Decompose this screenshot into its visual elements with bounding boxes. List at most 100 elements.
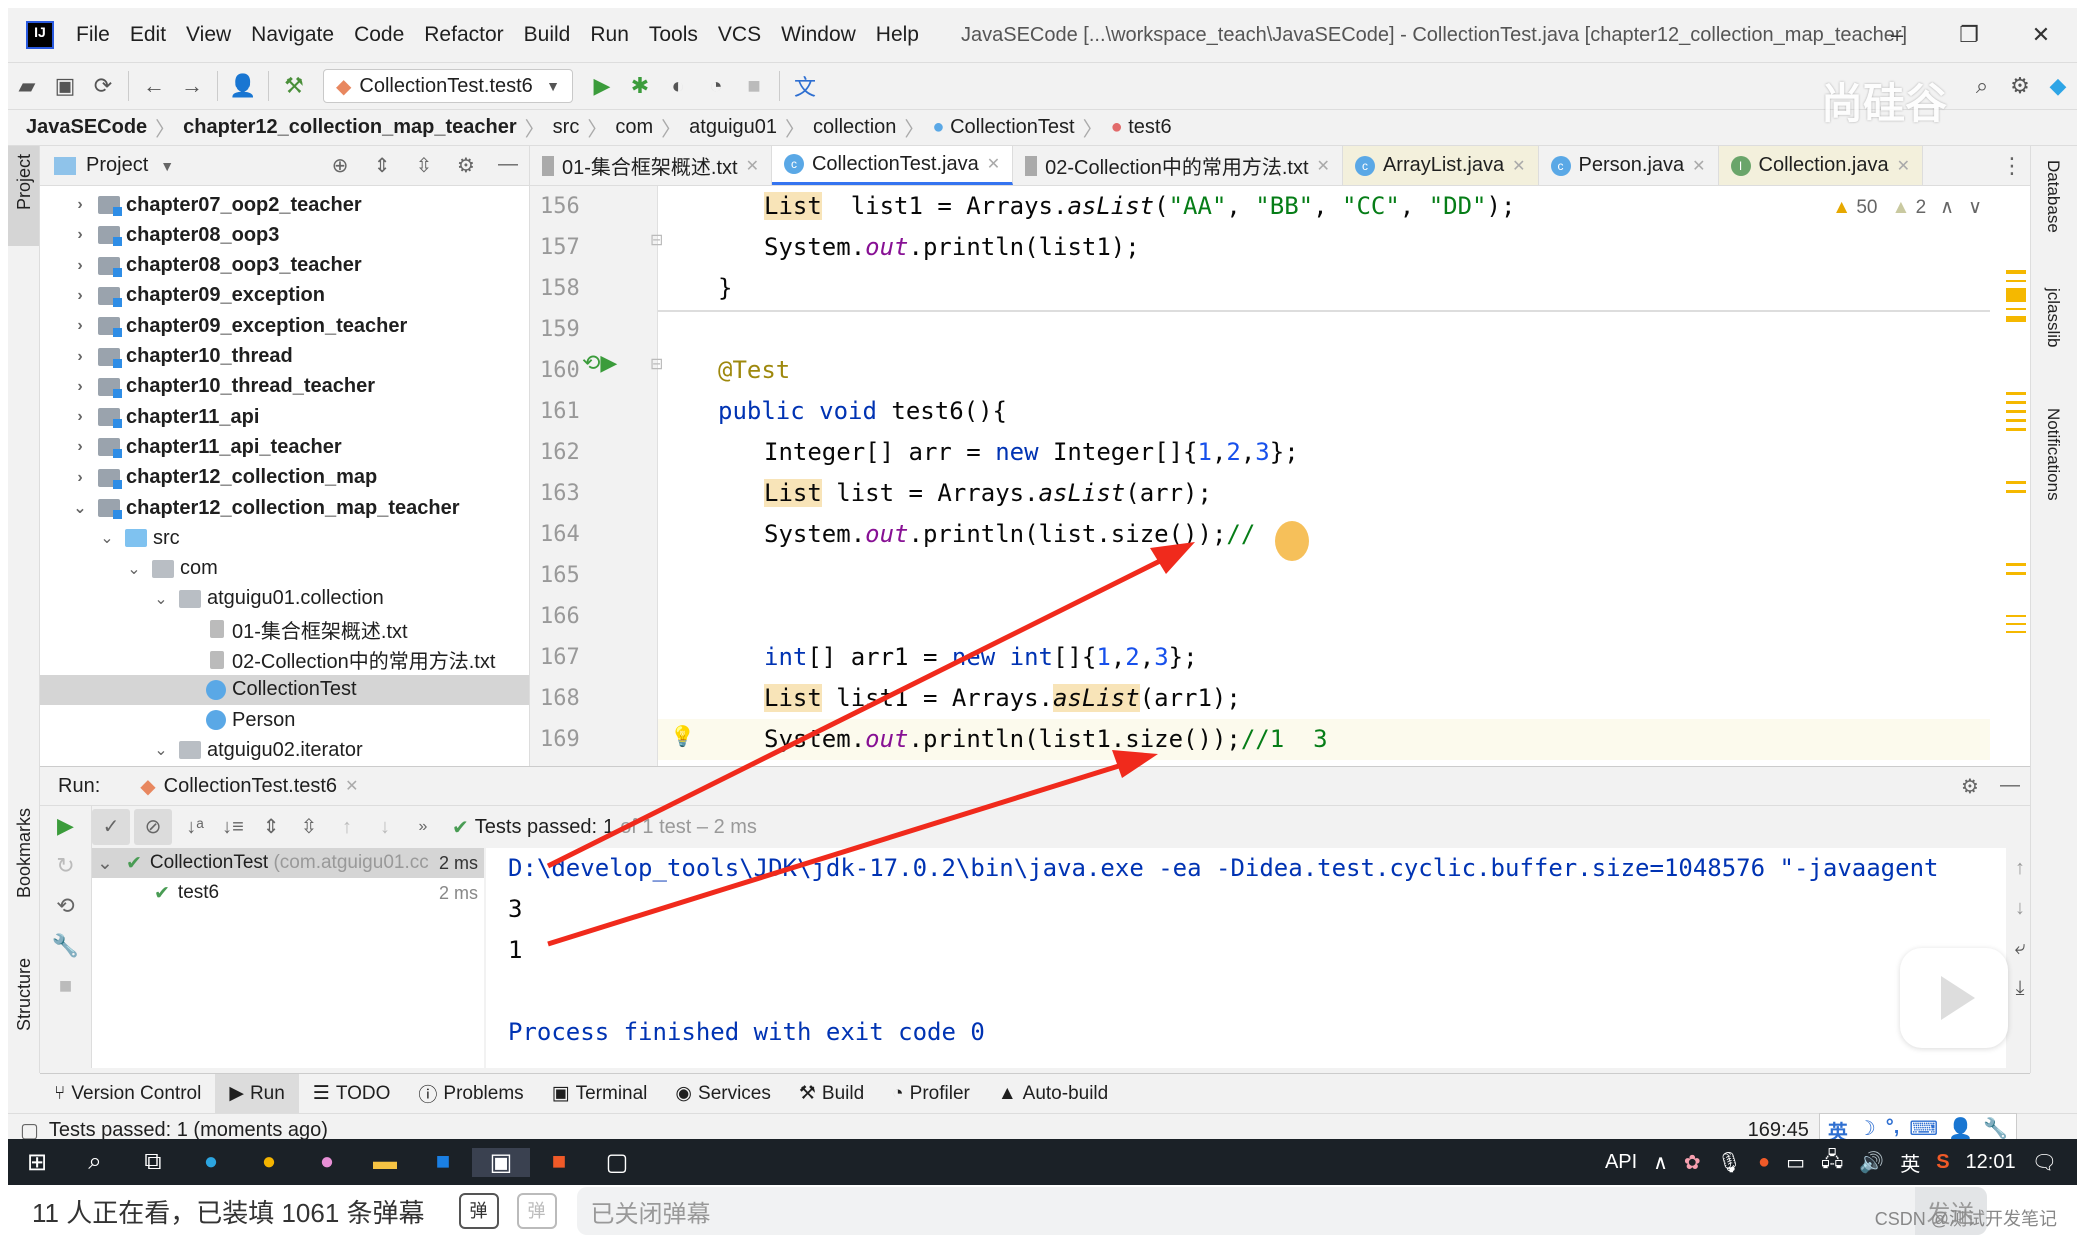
project-view-selector[interactable]: Project: [86, 154, 148, 177]
photos-icon[interactable]: ●: [298, 1148, 356, 1176]
chrome-icon[interactable]: ●: [240, 1148, 298, 1176]
editor-tab[interactable]: c CollectionTest.java ✕: [771, 146, 1014, 185]
tree-item[interactable]: Person: [40, 705, 529, 735]
settings-gear-icon[interactable]: ⚙: [2001, 73, 2039, 99]
crumb-module[interactable]: chapter12_collection_map_teacher: [183, 116, 517, 139]
tree-item[interactable]: ⌄ atguigu02.iterator: [40, 735, 529, 765]
menu-tools[interactable]: Tools: [649, 23, 698, 47]
profile-icon[interactable]: ◔: [697, 73, 735, 99]
code-line[interactable]: Integer[] arr = new Integer[]{1,2,3};: [764, 432, 1299, 473]
close-tab-icon[interactable]: ✕: [345, 776, 358, 796]
coverage-icon[interactable]: ◐: [659, 73, 697, 99]
forward-icon[interactable]: →: [173, 73, 211, 99]
test-method-row[interactable]: ✔ test6 2 ms: [92, 878, 484, 908]
editor-tab[interactable]: I Collection.java ✕: [1718, 146, 1924, 185]
hide-icon[interactable]: —: [487, 153, 529, 178]
minimize-button[interactable]: –: [1861, 22, 1933, 48]
menu-view[interactable]: View: [186, 23, 231, 47]
close-tab-icon[interactable]: ✕: [1512, 156, 1525, 176]
tree-item[interactable]: › chapter11_api_teacher: [40, 432, 529, 462]
tool-run[interactable]: ▶ Run: [215, 1074, 299, 1113]
fold-icon[interactable]: ⊟: [650, 354, 663, 374]
code-editor[interactable]: 156 157 158 159 160 161 162 163 164 165 166 167 168 1…: [530, 186, 2030, 766]
prev-failed-icon[interactable]: ↑: [328, 809, 366, 845]
editor-tab[interactable]: c Person.java ✕: [1539, 146, 1719, 185]
tray-overflow-icon[interactable]: ∧: [1653, 1150, 1668, 1175]
sort-duration-icon[interactable]: ↓≡: [214, 809, 252, 845]
show-passed-icon[interactable]: ✓: [92, 809, 130, 845]
tree-item[interactable]: › chapter11_api: [40, 402, 529, 432]
tree-item[interactable]: ⌄ atguigu01.collection: [40, 584, 529, 614]
build-hammer-icon[interactable]: ⚒: [275, 73, 313, 99]
chevron-down-icon[interactable]: ⌄: [151, 740, 171, 760]
notifications-tool-button[interactable]: Notifications: [2043, 408, 2063, 501]
tool-version-control[interactable]: ⑂ Version Control: [40, 1074, 215, 1113]
chevron-down-icon[interactable]: ⌄: [97, 528, 117, 548]
menu-window[interactable]: Window: [781, 23, 856, 47]
debug-icon[interactable]: ✱: [621, 73, 659, 99]
back-icon[interactable]: ←: [135, 73, 173, 99]
tree-item[interactable]: ⌄ chapter12_collection_map_teacher: [40, 493, 529, 523]
more-icon[interactable]: »: [404, 809, 442, 845]
action-center-icon[interactable]: 🗨: [2032, 1150, 2057, 1175]
danmaku-toggle-icon[interactable]: 弹: [458, 1193, 499, 1229]
close-tab-icon[interactable]: ✕: [1317, 156, 1330, 176]
task-view-icon[interactable]: ⧉: [124, 1148, 182, 1176]
show-ignored-icon[interactable]: ⊘: [134, 809, 172, 845]
locate-icon[interactable]: ⊕: [319, 153, 361, 178]
app-p-icon[interactable]: ■: [414, 1148, 472, 1176]
inspection-widget[interactable]: ▲ 50 ▲ 2 ∧ ∨: [1832, 196, 1982, 219]
save-icon[interactable]: ▣: [46, 73, 84, 99]
chevron-right-icon[interactable]: ›: [70, 348, 90, 366]
tray-orange-icon[interactable]: ●: [1758, 1151, 1770, 1174]
chevron-right-icon[interactable]: ›: [70, 408, 90, 426]
volume-icon[interactable]: 🔊: [1859, 1150, 1884, 1175]
tray-api[interactable]: API: [1605, 1151, 1637, 1174]
tool-services[interactable]: ◉ Services: [661, 1074, 784, 1113]
bulb-icon[interactable]: 💡: [670, 724, 695, 749]
toolbox-icon[interactable]: ◆: [2039, 73, 2077, 99]
run-test-gutter-icon[interactable]: ⟲▶: [582, 350, 617, 376]
search-icon[interactable]: ⌕: [66, 1148, 124, 1176]
expand-all-icon[interactable]: ⇕: [252, 809, 290, 845]
menu-vcs[interactable]: VCS: [718, 23, 761, 47]
sogou-icon[interactable]: S: [1936, 1151, 1949, 1174]
code-line[interactable]: @Test: [718, 350, 790, 391]
microphone-icon[interactable]: 🎙: [1717, 1150, 1742, 1175]
search-icon[interactable]: ⌕: [1963, 73, 2001, 99]
tree-item[interactable]: ⌄ src: [40, 523, 529, 553]
bookmarks-tool-button[interactable]: Bookmarks: [14, 808, 35, 898]
crumb-method[interactable]: test6: [1128, 116, 1171, 139]
code-line[interactable]: List list = Arrays.asList(arr);: [764, 473, 1212, 514]
crumb-project[interactable]: JavaSECode: [26, 116, 147, 139]
tree-item[interactable]: › chapter09_exception: [40, 281, 529, 311]
crumb-class[interactable]: CollectionTest: [950, 116, 1075, 139]
tree-item[interactable]: CollectionTest: [40, 674, 529, 705]
restore-button[interactable]: ❐: [1933, 22, 2005, 48]
next-failed-icon[interactable]: ↓: [366, 809, 404, 845]
code-line[interactable]: }: [718, 268, 732, 309]
rerun-failed-icon[interactable]: ↻: [40, 846, 91, 886]
code-line[interactable]: public void test6(){: [718, 391, 1007, 432]
rerun-icon[interactable]: ▶: [40, 806, 91, 846]
editor-tab[interactable]: c ArrayList.java ✕: [1342, 146, 1539, 185]
tool-auto-build[interactable]: ▲ Auto-build: [984, 1074, 1122, 1113]
close-tab-icon[interactable]: ✕: [987, 154, 1000, 174]
tree-item[interactable]: › chapter12_collection_map: [40, 463, 529, 493]
crumb-collection[interactable]: collection: [813, 116, 896, 139]
code-line[interactable]: System.out.println(list.size());//: [764, 514, 1255, 555]
close-button[interactable]: ✕: [2005, 22, 2077, 48]
battery-icon[interactable]: ▭: [1786, 1150, 1805, 1175]
menu-file[interactable]: File: [76, 23, 110, 47]
menu-navigate[interactable]: Navigate: [251, 23, 334, 47]
danmaku-input[interactable]: 已关闭弹幕 发送: [576, 1187, 1987, 1235]
scroll-down-icon[interactable]: ↓: [2008, 888, 2032, 928]
tool-terminal[interactable]: ▣ Terminal: [538, 1074, 662, 1113]
project-tool-button[interactable]: Project: [14, 154, 35, 210]
tool-todo[interactable]: ☰ TODO: [299, 1074, 405, 1113]
tray-app-icon[interactable]: ✿: [1684, 1150, 1701, 1175]
database-tool-button[interactable]: Database: [2043, 160, 2063, 233]
file-explorer-icon[interactable]: ▬: [356, 1148, 414, 1176]
clock[interactable]: 12:01: [1966, 1151, 2016, 1174]
toggle-auto-test-icon[interactable]: ⟲: [40, 886, 91, 926]
